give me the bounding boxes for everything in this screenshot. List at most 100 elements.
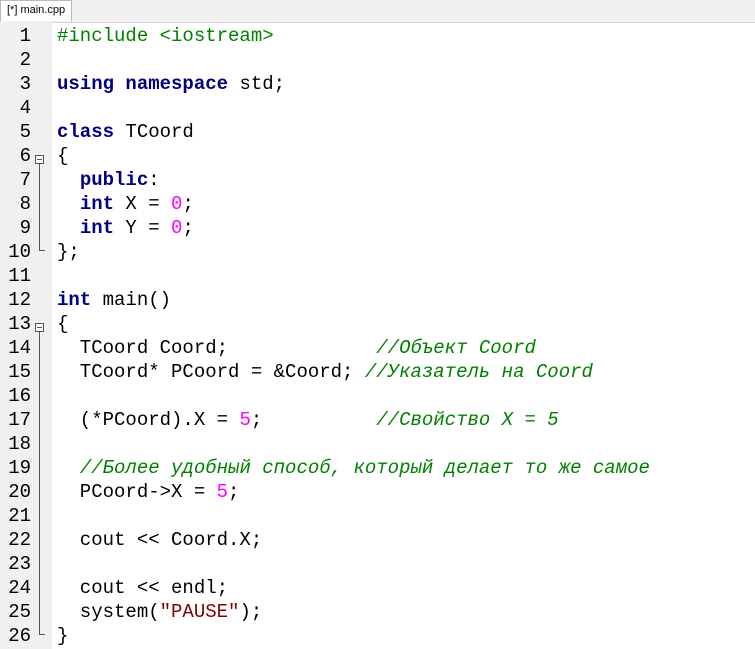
code-line[interactable]: 6{ (0, 144, 755, 168)
code-token: TCoord* PCoord = &Coord; (57, 361, 365, 383)
code-token: 0 (171, 217, 183, 239)
code-token: system( (57, 601, 160, 623)
code-token: int (79, 217, 115, 239)
code-text: cout << endl; (57, 576, 228, 600)
code-token: //Объект Coord (376, 337, 536, 359)
code-text: int main() (57, 288, 171, 312)
line-number: 21 (8, 505, 31, 527)
code-text: int X = 0; (57, 192, 194, 216)
code-text: PCoord->X = 5; (57, 480, 240, 504)
code-line[interactable]: 9 int Y = 0; (0, 216, 755, 240)
code-token: namespace (125, 73, 229, 95)
code-token: 5 (239, 409, 251, 431)
code-line[interactable]: 7 public: (0, 168, 755, 192)
code-line[interactable]: 5 class TCoord (0, 120, 755, 144)
line-number: 3 (19, 73, 31, 95)
code-token: ); (239, 601, 263, 623)
code-line[interactable]: 24 cout << endl; (0, 576, 755, 600)
code-token: TCoord (114, 121, 194, 143)
code-text: (*PCoord).X = 5; //Свойство X = 5 (57, 408, 559, 432)
code-token: cout << Coord.X; (57, 529, 263, 551)
line-number: 18 (8, 433, 31, 455)
code-line[interactable]: 23 (0, 552, 755, 576)
line-number: 14 (8, 337, 31, 359)
code-line[interactable]: 2 (0, 48, 755, 72)
code-line[interactable]: 26} (0, 624, 755, 648)
code-line[interactable]: 12 int main() (0, 288, 755, 312)
code-text: class TCoord (57, 120, 194, 144)
code-line[interactable]: 11 (0, 264, 755, 288)
line-number: 16 (8, 385, 31, 407)
code-line[interactable]: 21 (0, 504, 755, 528)
line-number: 2 (19, 49, 31, 71)
code-token: int (79, 193, 115, 215)
code-token: "PAUSE" (159, 601, 240, 623)
line-number: 10 (8, 241, 31, 263)
line-number: 26 (8, 625, 31, 647)
code-token: int (57, 289, 92, 311)
code-line[interactable]: 25 system("PAUSE"); (0, 600, 755, 624)
line-number: 23 (8, 553, 31, 575)
code-line[interactable]: 8 int X = 0; (0, 192, 755, 216)
code-token: ; (228, 481, 240, 503)
code-line[interactable]: 17 (*PCoord).X = 5; //Свойство X = 5 (0, 408, 755, 432)
line-number: 13 (8, 313, 31, 335)
code-token: TCoord Coord; (57, 337, 377, 359)
code-token: cout << endl; (57, 577, 229, 599)
code-line[interactable]: 19 //Более удобный способ, который делае… (0, 456, 755, 480)
code-text: } (57, 624, 68, 648)
line-number: 19 (8, 457, 31, 479)
code-token: (*PCoord).X = (57, 409, 240, 431)
line-number: 11 (8, 265, 31, 287)
code-token: : (148, 169, 160, 191)
line-number: 17 (8, 409, 31, 431)
code-token: public (79, 169, 149, 191)
code-token: 5 (216, 481, 229, 503)
code-text: cout << Coord.X; (57, 528, 262, 552)
code-line[interactable]: 4 (0, 96, 755, 120)
line-number: 7 (19, 169, 31, 191)
code-line[interactable]: 1 #include <iostream> (0, 24, 755, 48)
code-token: { (57, 313, 69, 335)
code-token: //Более удобный способ, который делает т… (79, 457, 650, 479)
line-number: 5 (19, 121, 31, 143)
line-number: 20 (8, 481, 31, 503)
code-token: Y = (114, 217, 172, 239)
code-line[interactable]: 3 using namespace std; (0, 72, 755, 96)
tab-main-cpp[interactable]: [*] main.cpp (0, 0, 73, 21)
line-number: 15 (8, 361, 31, 383)
code-token: //Указатель на Coord (364, 361, 593, 383)
code-line[interactable]: 10}; (0, 240, 755, 264)
code-editor[interactable]: 1 #include <iostream> 2 3 using namespace st… (0, 24, 755, 648)
code-token: PCoord->X = (57, 481, 217, 503)
code-line[interactable]: 13 { (0, 312, 755, 336)
line-number: 8 (19, 193, 31, 215)
code-token: ; (250, 409, 377, 431)
code-line[interactable]: 14 TCoord Coord; //Объект Coord (0, 336, 755, 360)
code-token: #include <iostream> (57, 25, 274, 47)
code-line[interactable]: 20 PCoord->X = 5; (0, 480, 755, 504)
code-line[interactable]: 15 TCoord* PCoord = &Coord; //Указатель … (0, 360, 755, 384)
code-token: { (57, 145, 69, 167)
code-line[interactable]: 16 (0, 384, 755, 408)
line-number: 24 (8, 577, 31, 599)
code-line[interactable]: 22 cout << Coord.X; (0, 528, 755, 552)
code-line[interactable]: 18 (0, 432, 755, 456)
line-number: 1 (19, 25, 31, 47)
code-token: ; (182, 193, 194, 215)
code-token: ; (182, 217, 194, 239)
code-text: #include <iostream> (57, 24, 274, 48)
code-token: class (57, 121, 115, 143)
line-number: 6 (19, 145, 31, 167)
code-token: using (57, 73, 115, 95)
line-number: 22 (8, 529, 31, 551)
code-token: } (57, 625, 69, 647)
code-token: std; (228, 73, 286, 95)
code-token: main() (91, 289, 172, 311)
code-text: system("PAUSE"); (57, 600, 262, 624)
